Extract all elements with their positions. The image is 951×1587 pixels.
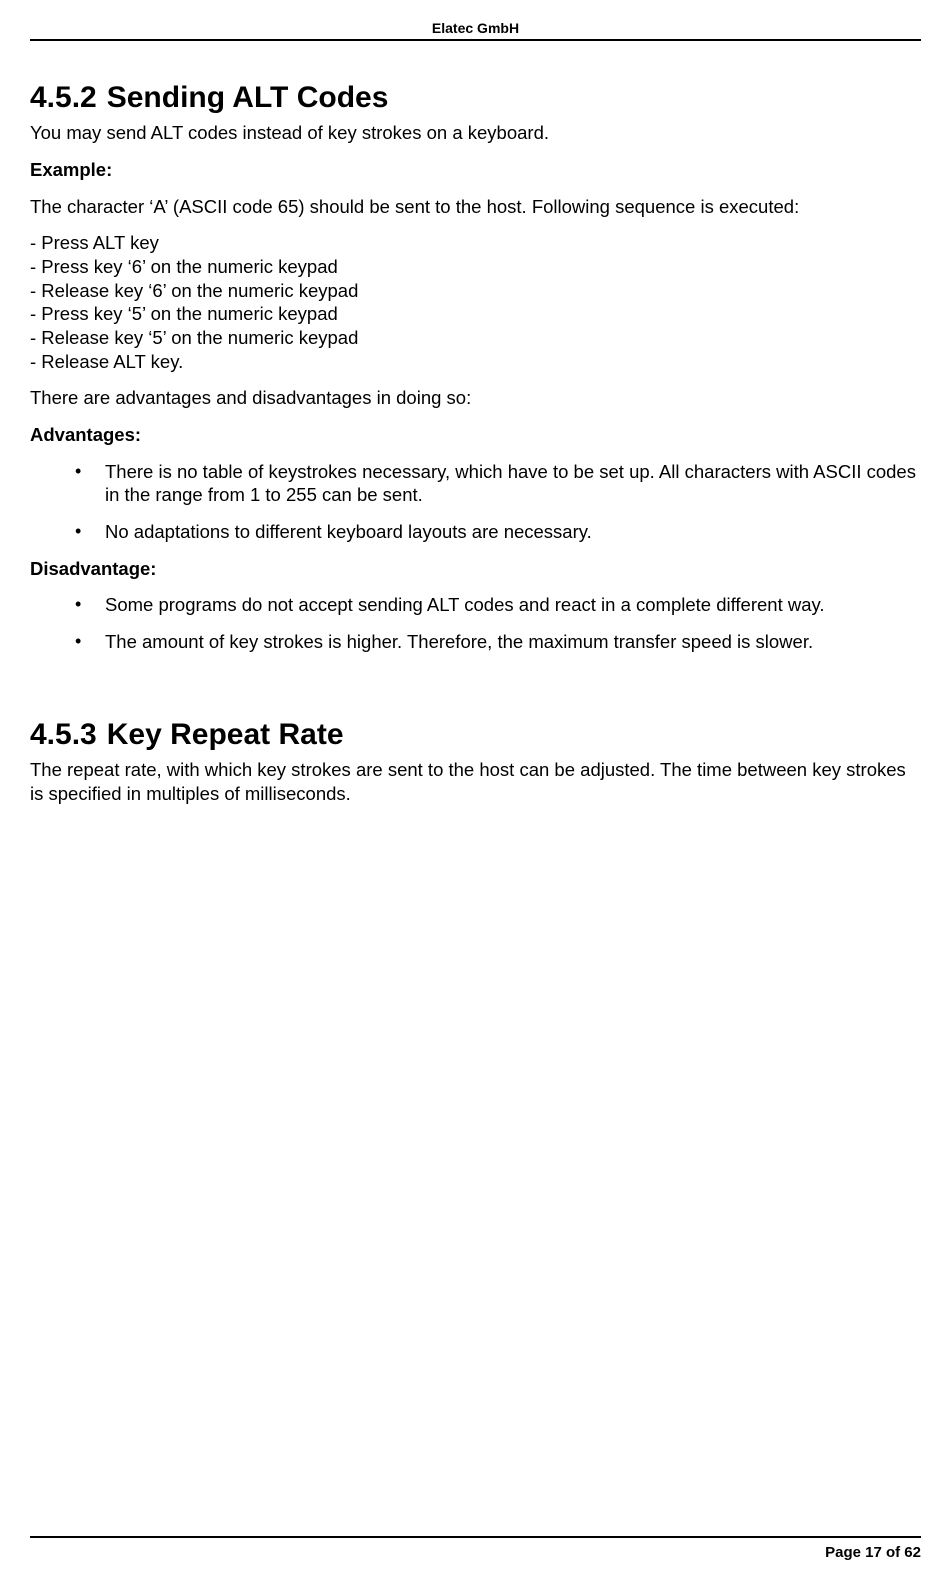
page-footer: Page 17 of 62 <box>30 1536 921 1561</box>
disadvantage-label: Disadvantage: <box>30 557 921 581</box>
list-item: There is no table of keystrokes necessar… <box>75 460 921 507</box>
sequence-item: - Press key ‘6’ on the numeric keypad <box>30 255 921 279</box>
section-number: 4.5.2 <box>30 79 97 117</box>
key-repeat-text: The repeat rate, with which key strokes … <box>30 758 921 805</box>
page-number: Page 17 of 62 <box>825 1544 921 1561</box>
page-content: 4.5.2 Sending ALT Codes You may send ALT … <box>30 79 921 806</box>
section-heading-key-repeat: 4.5.3 Key Repeat Rate <box>30 716 921 754</box>
sequence-list: - Press ALT key - Press key ‘6’ on the n… <box>30 231 921 373</box>
example-text: The character ‘A’ (ASCII code 65) should… <box>30 195 921 219</box>
section-title: Sending ALT Codes <box>107 81 389 114</box>
list-item: No adaptations to different keyboard lay… <box>75 520 921 544</box>
section-number: 4.5.3 <box>30 716 97 754</box>
example-label: Example: <box>30 158 921 182</box>
advantages-list: There is no table of keystrokes necessar… <box>30 460 921 544</box>
sequence-item: - Release key ‘5’ on the numeric keypad <box>30 326 921 350</box>
sequence-item: - Release ALT key. <box>30 350 921 374</box>
list-item: Some programs do not accept sending ALT … <box>75 593 921 617</box>
intro-paragraph: You may send ALT codes instead of key st… <box>30 121 921 145</box>
sequence-item: - Press key ‘5’ on the numeric keypad <box>30 302 921 326</box>
sequence-item: - Release key ‘6’ on the numeric keypad <box>30 279 921 303</box>
page-header: Elatec GmbH <box>30 20 921 41</box>
sequence-item: - Press ALT key <box>30 231 921 255</box>
advantages-label: Advantages: <box>30 423 921 447</box>
adv-disadv-intro: There are advantages and disadvantages i… <box>30 386 921 410</box>
section-title: Key Repeat Rate <box>107 718 344 751</box>
disadvantages-list: Some programs do not accept sending ALT … <box>30 593 921 653</box>
list-item: The amount of key strokes is higher. The… <box>75 630 921 654</box>
company-name: Elatec GmbH <box>432 20 519 36</box>
section-heading-alt-codes: 4.5.2 Sending ALT Codes <box>30 79 921 117</box>
